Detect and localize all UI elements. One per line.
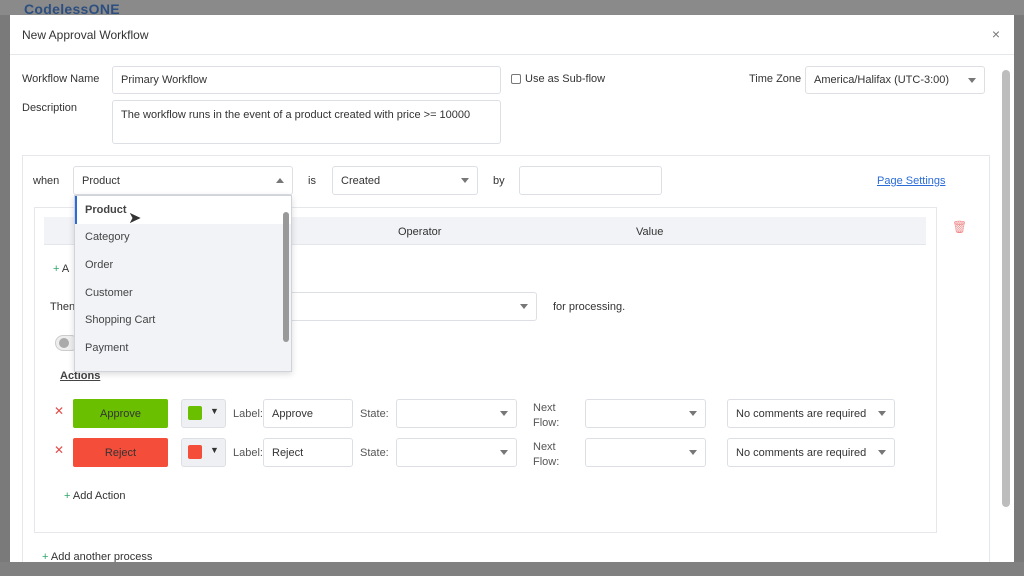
add-action-label: Add Action	[72, 490, 126, 502]
entity-value: Product	[82, 174, 120, 187]
next-flow-select[interactable]	[585, 438, 706, 467]
chevron-down-icon	[520, 304, 528, 309]
chevron-down-icon	[689, 450, 697, 455]
add-condition-button[interactable]: + A	[53, 263, 69, 275]
description-label: Description	[22, 102, 78, 114]
next-flow-select[interactable]	[585, 399, 706, 428]
subflow-checkbox[interactable]: Use as Sub-flow	[511, 73, 605, 85]
caret-down-icon: ▼	[210, 445, 219, 455]
state-select[interactable]	[396, 438, 517, 467]
is-label: is	[308, 175, 316, 187]
then-label: Then	[50, 301, 76, 313]
state-label: State:	[360, 408, 389, 420]
event-value: Created	[341, 174, 381, 187]
entity-select[interactable]: Product	[73, 166, 293, 195]
by-input[interactable]	[519, 166, 662, 195]
modal-header: New Approval Workflow ×	[10, 15, 1014, 55]
plus-icon: +	[42, 551, 51, 562]
chevron-down-icon	[878, 450, 886, 455]
chevron-down-icon	[500, 450, 508, 455]
background-app-bar: CodelessONE	[0, 0, 1024, 15]
modal-title: New Approval Workflow	[22, 28, 149, 42]
action-button-preview[interactable]: Approve	[73, 399, 168, 428]
value-header: Value	[636, 226, 664, 238]
timezone-value: America/Halifax (UTC-3:00)	[814, 74, 950, 86]
chevron-down-icon	[689, 411, 697, 416]
subflow-label: Use as Sub-flow	[525, 73, 606, 85]
dropdown-option[interactable]: Customer	[75, 279, 291, 307]
description-textarea[interactable]: The workflow runs in the event of a prod…	[112, 100, 501, 144]
action-button-preview[interactable]: Reject	[73, 438, 168, 467]
modal-scrollbar[interactable]	[1002, 70, 1010, 507]
timezone-label: Time Zone	[749, 73, 802, 85]
trash-icon[interactable]: 🗑	[952, 220, 967, 234]
new-approval-workflow-modal: New Approval Workflow × Workflow Name Pr…	[10, 15, 1014, 562]
add-condition-label: A	[61, 263, 70, 275]
color-picker[interactable]: ▼	[181, 399, 226, 428]
state-label: State:	[360, 447, 389, 459]
color-picker[interactable]: ▼	[181, 438, 226, 467]
remove-action-icon[interactable]: ✕	[54, 404, 64, 418]
mouse-cursor-icon: ➤	[128, 210, 142, 227]
add-process-button[interactable]: + Add another process	[42, 551, 152, 562]
chevron-down-icon	[500, 411, 508, 416]
add-process-label: Add another process	[50, 551, 153, 562]
workflow-name-input[interactable]: Primary Workflow	[112, 66, 501, 94]
label-text: Label:	[233, 447, 263, 459]
app-logo-title: CodelessONE	[24, 1, 120, 15]
action-label-input[interactable]: Approve	[263, 399, 353, 428]
dropdown-option[interactable]: Order	[75, 251, 291, 279]
operator-header: Operator	[398, 226, 442, 238]
for-processing-label: for processing.	[553, 301, 626, 313]
when-label: when	[33, 175, 60, 187]
toggle-knob	[59, 338, 69, 348]
next-flow-label: Next Flow:	[533, 402, 560, 429]
caret-down-icon: ▼	[210, 406, 219, 416]
timezone-select[interactable]: America/Halifax (UTC-3:00)	[805, 66, 985, 94]
dropdown-scrollbar[interactable]	[283, 212, 289, 342]
comments-value: No comments are required	[736, 446, 867, 459]
plus-icon: +	[64, 490, 73, 502]
event-select[interactable]: Created	[332, 166, 478, 195]
checkbox-box[interactable]	[511, 74, 521, 84]
add-action-button[interactable]: + Add Action	[64, 490, 125, 502]
color-swatch	[188, 445, 202, 459]
remove-action-icon[interactable]: ✕	[54, 443, 64, 457]
chevron-up-icon	[276, 178, 284, 183]
color-swatch	[188, 406, 202, 420]
state-select[interactable]	[396, 399, 517, 428]
dropdown-option[interactable]: Product	[75, 196, 291, 224]
page-settings-link[interactable]: Page Settings	[877, 175, 946, 187]
label-text: Label:	[233, 408, 263, 420]
dropdown-option[interactable]: Payment	[75, 334, 291, 362]
chevron-down-icon	[968, 77, 976, 83]
plus-icon: +	[53, 263, 62, 275]
action-label-input[interactable]: Reject	[263, 438, 353, 467]
comments-value: No comments are required	[736, 407, 867, 420]
processor-select[interactable]	[280, 292, 537, 321]
chevron-down-icon	[878, 411, 886, 416]
next-flow-label: Next Flow:	[533, 441, 560, 468]
chevron-down-icon	[461, 178, 469, 183]
by-label: by	[493, 175, 505, 187]
comments-select[interactable]: No comments are required	[727, 399, 895, 428]
close-icon[interactable]: ×	[992, 26, 1000, 42]
background-bottom	[0, 562, 1024, 576]
workflow-name-label: Workflow Name	[22, 73, 100, 85]
entity-dropdown-list: Product Category Order Customer Shopping Car…	[74, 195, 292, 372]
dropdown-option[interactable]: Category	[75, 224, 291, 252]
dropdown-option[interactable]: Shopping Cart	[75, 306, 291, 334]
comments-select[interactable]: No comments are required	[727, 438, 895, 467]
